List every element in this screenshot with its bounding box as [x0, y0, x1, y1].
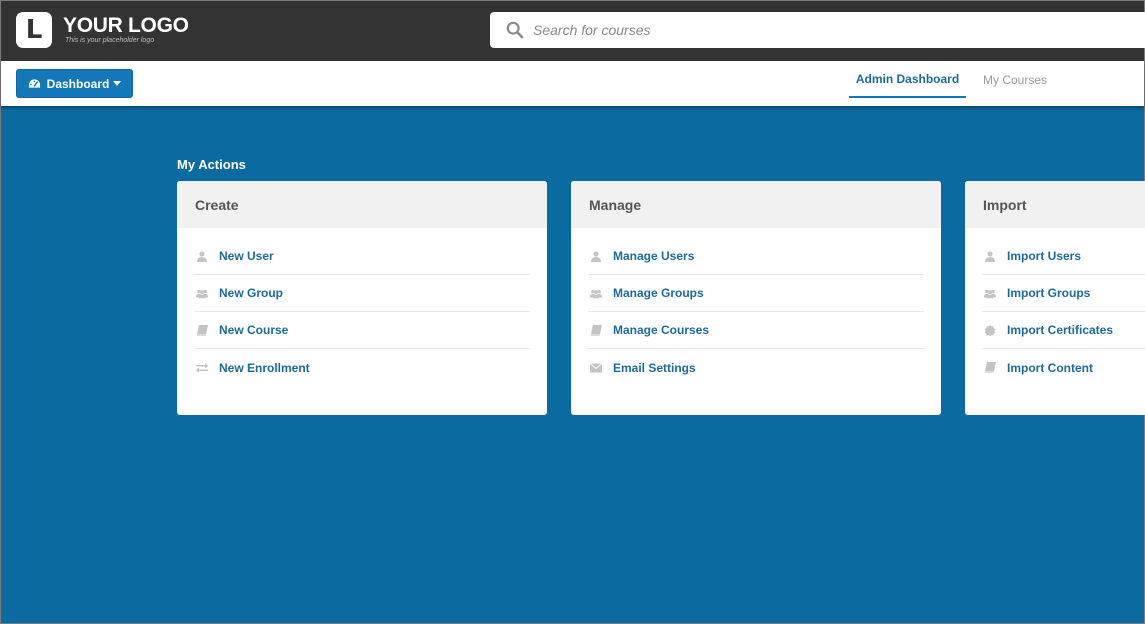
- card-manage: Manage Manage Users Manage Groups Manage…: [571, 181, 941, 415]
- section-title: My Actions: [177, 157, 246, 172]
- book-icon: [983, 362, 997, 374]
- action-label: New Group: [219, 286, 284, 300]
- action-manage-users[interactable]: Manage Users: [588, 238, 924, 275]
- action-new-group[interactable]: New Group: [194, 275, 530, 312]
- card-action-list: Manage Users Manage Groups Manage Course…: [571, 228, 941, 386]
- certificate-icon: [983, 324, 997, 336]
- card-header: Manage: [571, 181, 941, 228]
- action-label: Import Users: [1007, 249, 1082, 263]
- logo-title: YOUR LOGO: [63, 14, 189, 37]
- search-bar: [490, 12, 1145, 48]
- action-label: New User: [219, 249, 274, 263]
- action-manage-groups[interactable]: Manage Groups: [588, 275, 924, 312]
- nav-bar: Dashboard Admin Dashboard My Courses: [1, 61, 1144, 106]
- tab-admin-dashboard[interactable]: Admin Dashboard: [849, 61, 966, 98]
- action-label: Email Settings: [613, 360, 696, 375]
- action-label: Import Groups: [1007, 286, 1091, 300]
- user-icon: [589, 250, 603, 262]
- search-icon: [506, 21, 524, 39]
- group-icon: [589, 287, 603, 299]
- action-new-course[interactable]: New Course: [194, 312, 530, 349]
- action-import-certificates[interactable]: Import Certificates: [982, 312, 1145, 349]
- action-label: Manage Courses: [613, 323, 710, 337]
- card-header: Create: [177, 181, 547, 228]
- action-new-enrollment[interactable]: New Enrollment: [194, 349, 530, 386]
- action-label: Import Content: [1007, 360, 1093, 375]
- caret-down-icon: [113, 81, 122, 86]
- action-new-user[interactable]: New User: [194, 238, 530, 275]
- card-action-list: Import Users Import Groups Import Certif…: [965, 228, 1145, 386]
- group-icon: [195, 287, 209, 299]
- book-icon: [195, 324, 209, 336]
- search-input[interactable]: [533, 15, 1113, 45]
- logo-text: YOUR LOGO This is your placeholder logo: [63, 15, 189, 45]
- group-icon: [983, 287, 997, 299]
- action-email-settings[interactable]: Email Settings: [588, 349, 924, 386]
- top-bar: L YOUR LOGO This is your placeholder log…: [1, 1, 1145, 61]
- action-label: New Enrollment: [219, 360, 310, 375]
- card-action-list: New User New Group New Course New Enroll…: [177, 228, 547, 386]
- logo-tagline: This is your placeholder logo: [65, 37, 155, 44]
- card-create: Create New User New Group New Course New…: [177, 181, 547, 415]
- action-label: Import Certificates: [1007, 323, 1114, 337]
- action-manage-courses[interactable]: Manage Courses: [588, 312, 924, 349]
- action-import-content[interactable]: Import Content: [982, 349, 1145, 386]
- card-header: Import: [965, 181, 1145, 228]
- exchange-icon: [195, 362, 209, 374]
- tab-my-courses[interactable]: My Courses: [971, 61, 1059, 98]
- action-import-groups[interactable]: Import Groups: [982, 275, 1145, 312]
- logo[interactable]: L YOUR LOGO This is your placeholder log…: [16, 12, 189, 48]
- envelope-icon: [589, 362, 603, 374]
- logo-mark: L: [16, 12, 52, 48]
- dashboard-dropdown-button[interactable]: Dashboard: [16, 69, 133, 98]
- action-label: Manage Users: [613, 249, 695, 263]
- user-icon: [983, 250, 997, 262]
- action-label: New Course: [219, 323, 289, 337]
- action-label: Manage Groups: [613, 286, 704, 300]
- action-import-users[interactable]: Import Users: [982, 238, 1145, 275]
- dashboard-button-label: Dashboard: [46, 76, 110, 91]
- dashboard-gauge-icon: [28, 79, 40, 88]
- card-import: Import Import Users Import Groups Import…: [965, 181, 1145, 415]
- book-icon: [589, 324, 603, 336]
- user-icon: [195, 250, 209, 262]
